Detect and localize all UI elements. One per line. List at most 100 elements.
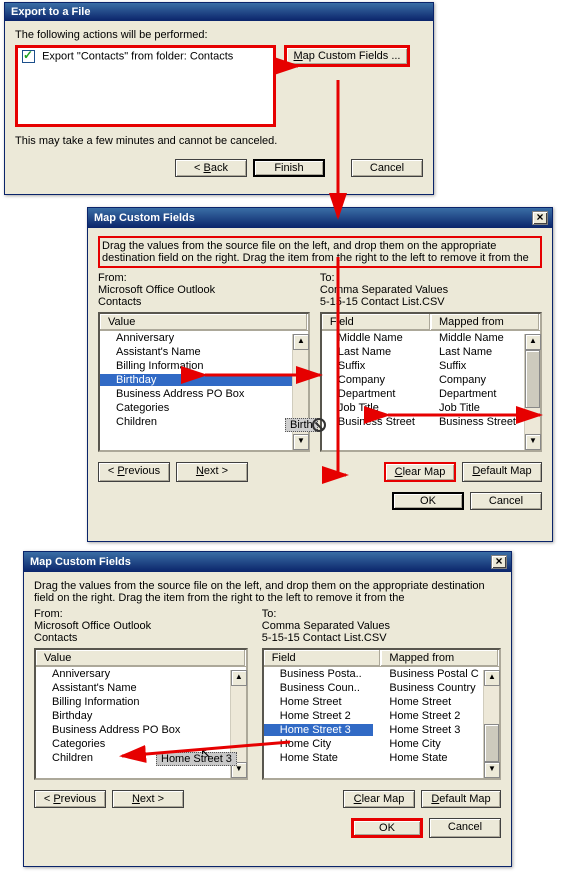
list-item[interactable]: Business StreetBusiness Street	[322, 415, 524, 429]
list-item[interactable]: Business Address PO Box	[100, 387, 292, 401]
field-cell: Business Street	[322, 416, 423, 428]
col-value[interactable]: Value	[100, 314, 308, 330]
intro-text: The following actions will be performed:	[15, 29, 423, 41]
list-item[interactable]: Billing Information	[36, 695, 230, 709]
field-cell: Business Posta..	[264, 668, 374, 680]
list-item[interactable]: Home StreetHome Street	[264, 695, 483, 709]
list-item[interactable]: Anniversary	[100, 331, 292, 345]
field-cell: Home City	[264, 738, 374, 750]
value-cell: Business Address PO Box	[36, 724, 230, 736]
mapped-cell: Home Street 3	[373, 724, 483, 736]
scroll-up-icon[interactable]: ▲	[484, 670, 500, 686]
list-item[interactable]: Categories	[100, 401, 292, 415]
to-label: To:	[320, 272, 542, 284]
to-list[interactable]: Field Mapped from Business Posta..Busine…	[262, 648, 501, 780]
col-mapped[interactable]: Mapped from	[431, 314, 540, 330]
list-item[interactable]: DepartmentDepartment	[322, 387, 524, 401]
back-button[interactable]: < Back	[175, 159, 247, 177]
field-cell: Last Name	[322, 346, 423, 358]
close-icon[interactable]: ×	[491, 555, 507, 569]
list-item[interactable]: Anniversary	[36, 667, 230, 681]
dialog-title-text: Map Custom Fields	[30, 556, 131, 568]
list-item[interactable]: CompanyCompany	[322, 373, 524, 387]
list-item[interactable]: Job TitleJob Title	[322, 401, 524, 415]
dialog-title: Map Custom Fields ×	[24, 552, 511, 572]
scroll-up-icon[interactable]: ▲	[293, 334, 309, 350]
next-button[interactable]: Next >	[176, 462, 248, 482]
list-item[interactable]: Home StateHome State	[264, 751, 483, 765]
drag-ghost: Home Street 3	[156, 752, 237, 766]
list-item[interactable]: Home CityHome City	[264, 737, 483, 751]
list-item[interactable]: Home Street 2Home Street 2	[264, 709, 483, 723]
cancel-button[interactable]: Cancel	[470, 492, 542, 510]
cursor-arrow-icon: ↖	[200, 745, 212, 762]
field-cell: Middle Name	[322, 332, 423, 344]
scrollbar[interactable]: ▲ ▼	[524, 334, 540, 450]
list-item[interactable]: Assistant's Name	[36, 681, 230, 695]
field-cell: Home Street 2	[264, 710, 374, 722]
list-item[interactable]: Business Address PO Box	[36, 723, 230, 737]
from-list[interactable]: Value Anniversary Assistant's NameBilling…	[98, 312, 310, 452]
col-field[interactable]: Field	[322, 314, 431, 330]
field-cell: Home Street 3	[264, 724, 374, 736]
list-item[interactable]: Billing Information	[100, 359, 292, 373]
clear-map-button[interactable]: Clear Map	[384, 462, 456, 482]
to-label: To:	[262, 608, 501, 620]
col-mapped[interactable]: Mapped from	[381, 650, 499, 666]
ok-button[interactable]: OK	[392, 492, 464, 510]
list-item[interactable]: Business Coun..Business Country	[264, 681, 483, 695]
previous-button[interactable]: < Previous	[34, 790, 106, 808]
no-drop-cursor-icon	[312, 418, 326, 432]
default-map-button[interactable]: Default Map	[421, 790, 501, 808]
value-cell: Anniversary	[100, 332, 292, 344]
ok-button[interactable]: OK	[351, 818, 423, 838]
dialog-title-text: Export to a File	[11, 6, 90, 18]
finish-button[interactable]: Finish	[253, 159, 325, 177]
value-cell: Assistant's Name	[100, 346, 292, 358]
close-icon[interactable]: ×	[532, 211, 548, 225]
value-cell: Categories	[100, 402, 292, 414]
mapped-cell: Home Street 2	[373, 710, 483, 722]
scroll-down-icon[interactable]: ▼	[484, 762, 500, 778]
list-item[interactable]: Birthday	[100, 373, 292, 387]
checkbox-icon[interactable]	[22, 50, 35, 63]
list-item[interactable]: Home Street 3Home Street 3	[264, 723, 483, 737]
mapped-cell: Job Title	[423, 402, 524, 414]
mapped-cell: Home Street	[373, 696, 483, 708]
list-item[interactable]: Children	[100, 415, 292, 429]
dialog-title-text: Map Custom Fields	[94, 212, 195, 224]
mapped-cell: Business Country	[373, 682, 483, 694]
default-map-button[interactable]: Default Map	[462, 462, 542, 482]
scroll-up-icon[interactable]: ▲	[525, 334, 541, 350]
cancel-button[interactable]: Cancel	[429, 818, 501, 838]
list-item[interactable]: Birthday	[36, 709, 230, 723]
scrollbar[interactable]: ▲ ▼	[292, 334, 308, 450]
list-item[interactable]: SuffixSuffix	[322, 359, 524, 373]
field-cell: Suffix	[322, 360, 423, 372]
to-source: Comma Separated Values	[262, 620, 501, 632]
scroll-thumb[interactable]	[484, 724, 499, 762]
scroll-up-icon[interactable]: ▲	[231, 670, 247, 686]
list-item[interactable]: Business Posta..Business Postal C	[264, 667, 483, 681]
previous-button[interactable]: < Previous	[98, 462, 170, 482]
map-custom-fields-button[interactable]: Map Custom Fields ...	[284, 45, 410, 67]
map-btn-label: ap Custom Fields ...	[303, 50, 401, 62]
to-list[interactable]: Field Mapped from Middle NameMiddle Name…	[320, 312, 542, 452]
clear-map-button[interactable]: Clear Map	[343, 790, 415, 808]
field-cell: Home State	[264, 752, 374, 764]
scroll-down-icon[interactable]: ▼	[293, 434, 309, 450]
col-field[interactable]: Field	[264, 650, 382, 666]
scrollbar[interactable]: ▲ ▼	[483, 670, 499, 778]
list-item[interactable]: Assistant's Name	[100, 345, 292, 359]
mapped-cell: Home State	[373, 752, 483, 764]
scroll-down-icon[interactable]: ▼	[525, 434, 541, 450]
field-cell: Business Coun..	[264, 682, 374, 694]
list-item[interactable]: Last NameLast Name	[322, 345, 524, 359]
scroll-thumb[interactable]	[525, 350, 540, 408]
value-cell: Anniversary	[36, 668, 230, 680]
next-button[interactable]: Next >	[112, 790, 184, 808]
cancel-button[interactable]: Cancel	[351, 159, 423, 177]
list-item[interactable]: Middle NameMiddle Name	[322, 331, 524, 345]
col-value[interactable]: Value	[36, 650, 246, 666]
mapped-cell: Department	[423, 388, 524, 400]
